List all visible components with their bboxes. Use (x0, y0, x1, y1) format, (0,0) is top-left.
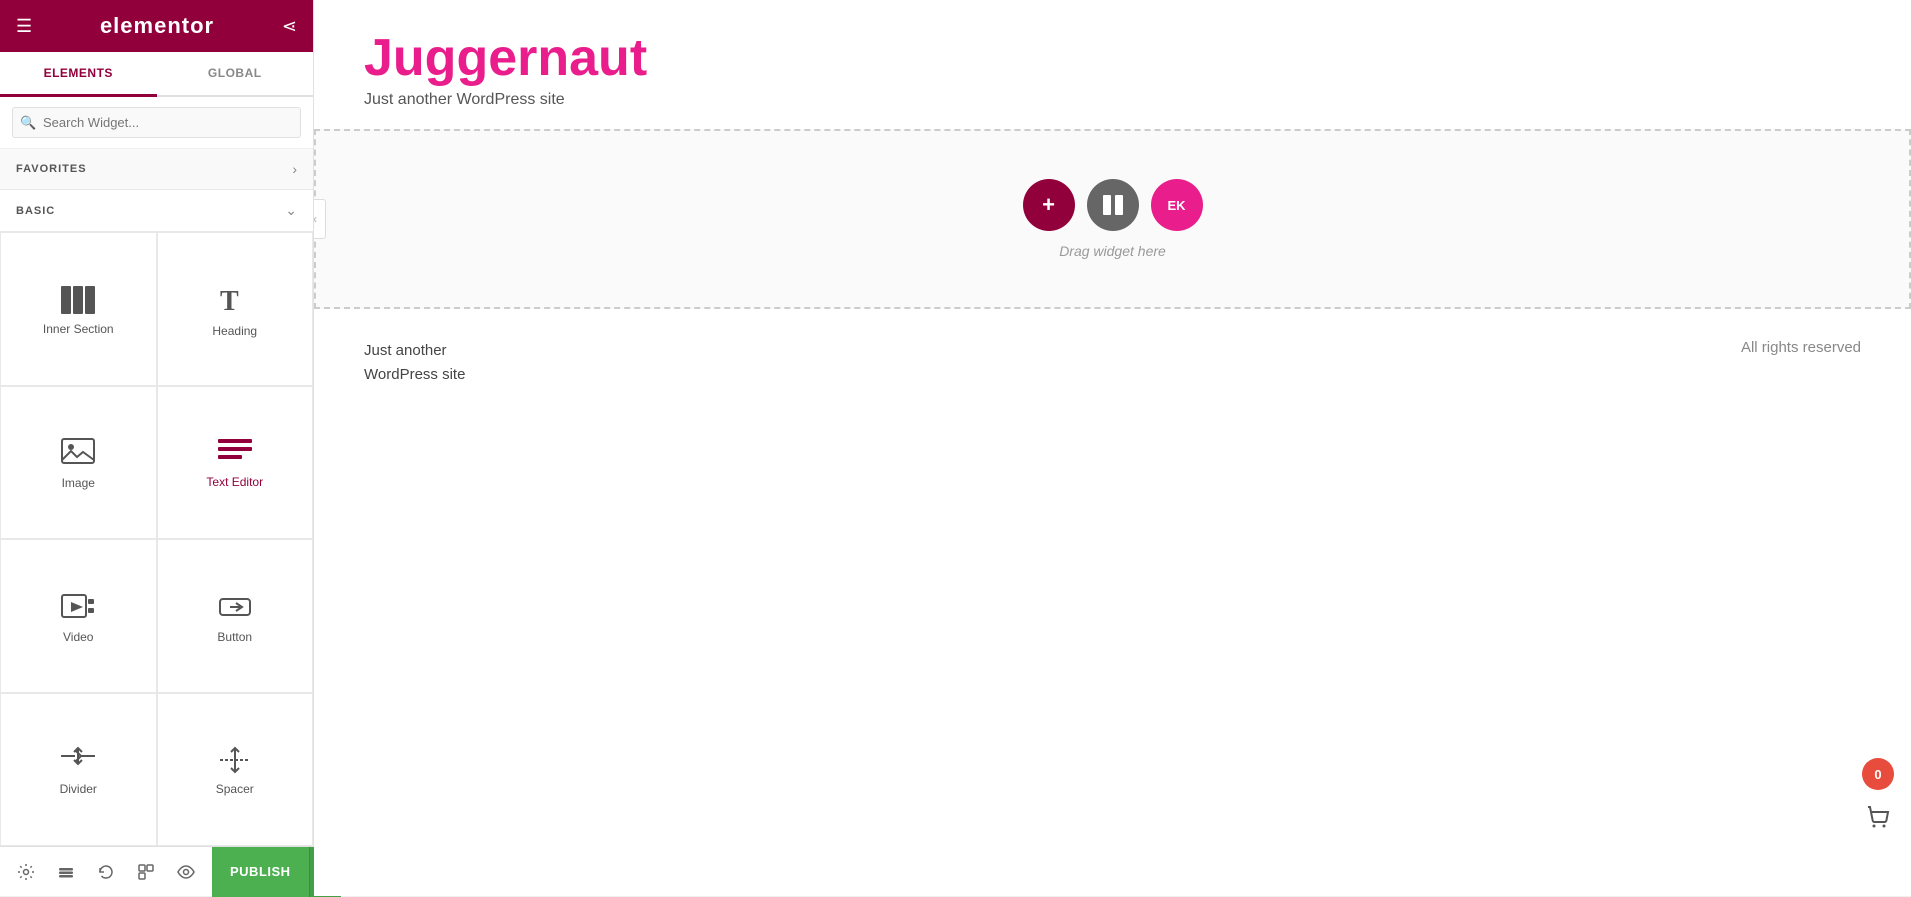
main-content: Juggernaut Just another WordPress site ‹… (314, 0, 1911, 896)
cart-badge[interactable]: 0 (1862, 758, 1894, 790)
cart-area: 0 (1859, 758, 1897, 836)
basic-label: BASIC (16, 205, 55, 217)
collapse-handle[interactable]: ‹ (314, 199, 326, 239)
favorites-label: FAVORITES (16, 163, 87, 175)
tabs-bar: ELEMENTS GLOBAL (0, 52, 313, 97)
publish-button[interactable]: PUBLISH (212, 847, 309, 897)
grid-icon[interactable]: ⋖ (282, 16, 297, 37)
widget-inner-section[interactable]: Inner Section (0, 232, 157, 386)
canvas-area: Juggernaut Just another WordPress site ‹… (314, 0, 1911, 896)
bottom-toolbar: PUBLISH ▼ (0, 846, 313, 896)
video-icon (61, 592, 95, 622)
widget-heading[interactable]: T Heading (157, 232, 314, 386)
widget-button[interactable]: Button (157, 539, 314, 693)
add-element-button[interactable]: + (1023, 179, 1075, 231)
divider-icon (61, 746, 95, 774)
search-icon: 🔍 (20, 115, 36, 131)
favorites-section[interactable]: FAVORITES › (0, 149, 313, 190)
widget-image[interactable]: Image (0, 386, 157, 540)
widget-video[interactable]: Video (0, 539, 157, 693)
spacer-icon (218, 746, 252, 774)
drop-zone-actions: + EK (1023, 179, 1203, 231)
search-wrap: 🔍 (12, 107, 301, 138)
heading-label: Heading (212, 324, 257, 338)
divider-label: Divider (60, 782, 97, 796)
widget-divider[interactable]: Divider (0, 693, 157, 847)
widget-spacer[interactable]: Spacer (157, 693, 314, 847)
history-button[interactable] (88, 854, 124, 890)
svg-text:T: T (220, 286, 239, 316)
search-input[interactable] (12, 107, 301, 138)
layout-button[interactable] (1087, 179, 1139, 231)
cart-icon[interactable] (1859, 798, 1897, 836)
footer-left-line1: Just another (364, 339, 465, 363)
button-label: Button (217, 630, 252, 644)
drag-widget-text: Drag widget here (1059, 243, 1166, 259)
site-header: Juggernaut Just another WordPress site (314, 0, 1911, 129)
settings-button[interactable] (8, 854, 44, 890)
image-icon (61, 438, 95, 468)
widgets-grid: Inner Section T Heading Image (0, 232, 313, 846)
search-bar: 🔍 (0, 97, 313, 149)
site-tagline: Just another WordPress site (364, 91, 1861, 109)
sidebar-header: ☰ elementor ⋖ (0, 0, 313, 52)
chevron-down-icon: ⌄ (285, 202, 297, 219)
footer-left: Just another WordPress site (364, 339, 465, 387)
widget-text-editor[interactable]: Text Editor (157, 386, 314, 540)
navigator-button[interactable] (128, 854, 164, 890)
tab-global[interactable]: GLOBAL (157, 52, 314, 95)
tab-elements[interactable]: ELEMENTS (0, 52, 157, 97)
hamburger-icon[interactable]: ☰ (16, 16, 32, 37)
drop-zone: ‹ + EK Drag widget here (314, 129, 1911, 309)
site-title: Juggernaut (364, 30, 1861, 87)
ek-button[interactable]: EK (1151, 179, 1203, 231)
footer-left-line2: WordPress site (364, 363, 465, 387)
basic-section[interactable]: BASIC ⌄ (0, 190, 313, 232)
heading-icon: T (218, 284, 252, 316)
video-label: Video (63, 630, 93, 644)
sidebar: ☰ elementor ⋖ ELEMENTS GLOBAL 🔍 FAVORITE… (0, 0, 314, 896)
footer-right: All rights reserved (1741, 339, 1861, 356)
button-icon (218, 592, 252, 622)
text-editor-label: Text Editor (206, 475, 263, 489)
layers-button[interactable] (48, 854, 84, 890)
text-editor-icon (218, 439, 252, 467)
inner-section-label: Inner Section (43, 322, 114, 336)
site-footer: Just another WordPress site All rights r… (314, 309, 1911, 417)
toolbar-icons (0, 854, 212, 890)
elementor-logo: elementor (100, 13, 214, 39)
preview-button[interactable] (168, 854, 204, 890)
spacer-label: Spacer (216, 782, 254, 796)
image-label: Image (62, 476, 95, 490)
chevron-right-icon: › (292, 161, 297, 177)
inner-section-icon (61, 286, 95, 314)
